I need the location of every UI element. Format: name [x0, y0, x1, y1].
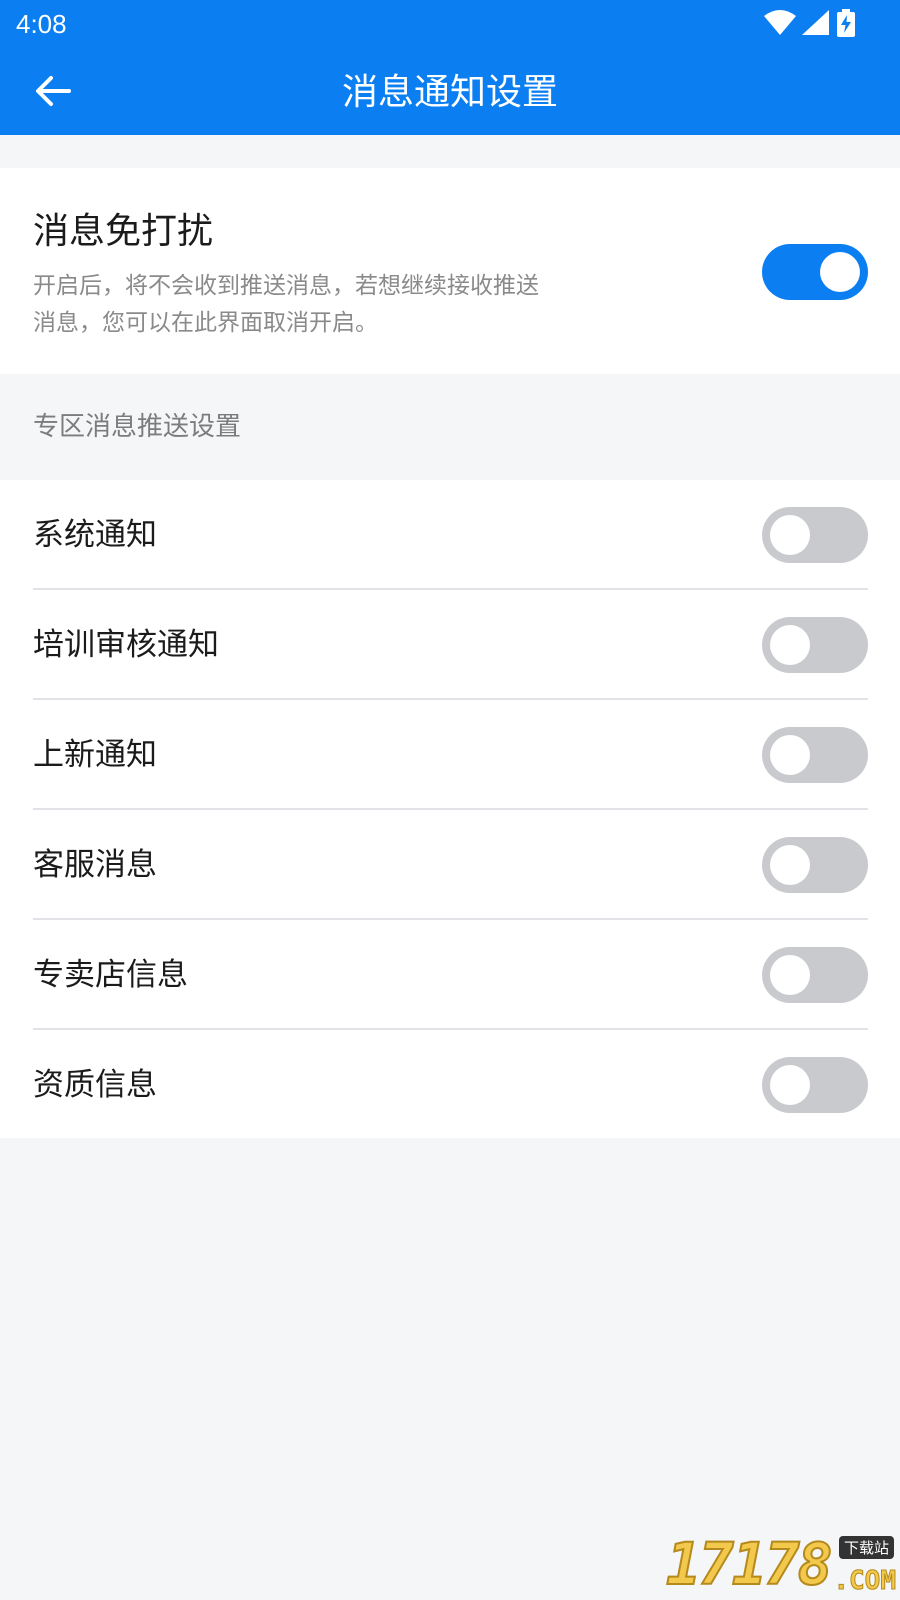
setting-label: 客服消息	[33, 847, 157, 883]
do-not-disturb-toggle[interactable]	[762, 244, 868, 300]
setting-label: 上新通知	[33, 737, 157, 773]
setting-toggle[interactable]	[762, 947, 868, 1003]
setting-toggle[interactable]	[762, 837, 868, 893]
page-title: 消息通知设置	[341, 72, 558, 113]
toggle-knob	[770, 1065, 810, 1105]
do-not-disturb-card: 消息免打扰 开启后，将不会收到推送消息，若想继续接收推送消息，您可以在此界面取消…	[0, 168, 900, 374]
do-not-disturb-description: 开启后，将不会收到推送消息，若想继续接收推送消息，您可以在此界面取消开启。	[33, 273, 539, 336]
toggle-knob	[770, 845, 810, 885]
toggle-knob	[770, 625, 810, 665]
app-header: 消息通知设置	[0, 50, 900, 135]
setting-label: 专卖店信息	[33, 957, 188, 993]
list-item[interactable]: 上新通知	[0, 700, 900, 810]
toggle-knob	[820, 252, 860, 292]
section-label: 专区消息推送设置	[33, 412, 242, 442]
setting-toggle[interactable]	[762, 1057, 868, 1113]
status-time: 4:08	[16, 9, 67, 39]
setting-label: 培训审核通知	[33, 627, 219, 663]
toggle-knob	[770, 735, 810, 775]
setting-label: 系统通知	[33, 517, 157, 553]
arrow-left-icon	[35, 75, 71, 111]
setting-toggle[interactable]	[762, 617, 868, 673]
toggle-knob	[770, 955, 810, 995]
list-item[interactable]: 培训审核通知	[0, 590, 900, 700]
setting-toggle[interactable]	[762, 727, 868, 783]
wifi-icon	[764, 10, 796, 40]
do-not-disturb-title: 消息免打扰	[33, 211, 214, 252]
watermark-logo: 17178 下载站 .COM	[665, 1529, 897, 1599]
setting-label: 资质信息	[33, 1067, 157, 1103]
cellular-signal-icon	[802, 10, 830, 40]
battery-charging-icon	[836, 9, 856, 41]
system-icons	[764, 9, 856, 41]
settings-list: 系统通知 培训审核通知 上新通知 客服消息 专卖店信息 资质信息	[0, 480, 900, 1138]
watermark-suffix: .COM	[833, 1566, 897, 1597]
back-button[interactable]	[28, 68, 78, 118]
list-item[interactable]: 系统通知	[0, 480, 900, 590]
list-item[interactable]: 专卖店信息	[0, 920, 900, 1030]
setting-toggle[interactable]	[762, 507, 868, 563]
status-bar: 4:08	[0, 0, 900, 50]
toggle-knob	[770, 515, 810, 555]
watermark-tag: 下载站	[838, 1536, 894, 1559]
watermark-digits: 17178	[665, 1529, 834, 1599]
list-item[interactable]: 客服消息	[0, 810, 900, 920]
list-item[interactable]: 资质信息	[0, 1030, 900, 1140]
